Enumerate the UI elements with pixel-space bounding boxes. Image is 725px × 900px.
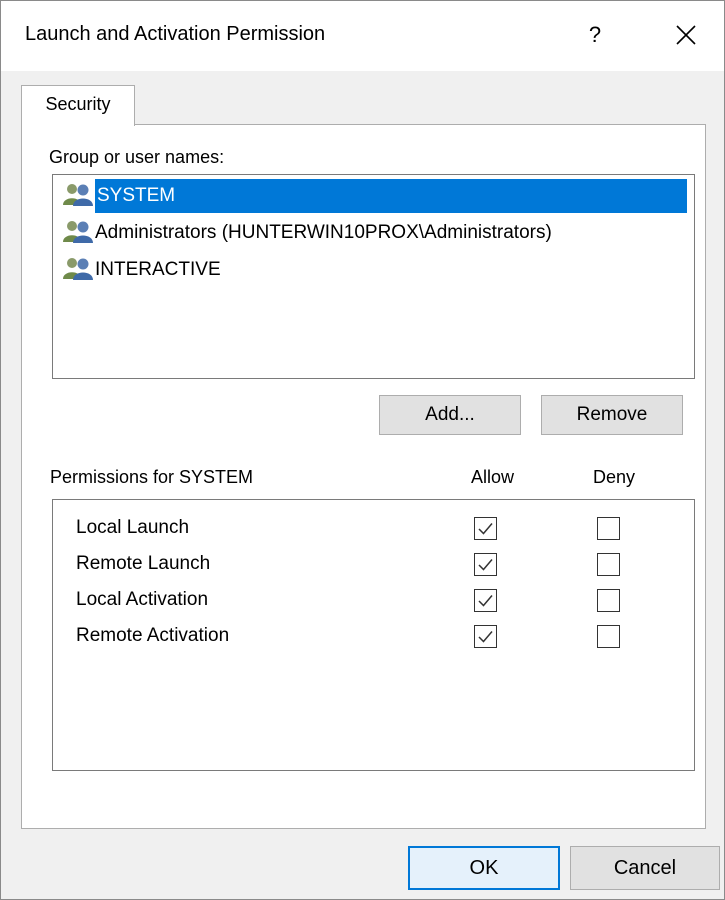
ok-button[interactable]: OK (408, 846, 560, 890)
cancel-button[interactable]: Cancel (570, 846, 720, 890)
permission-row: Remote Launch (53, 547, 694, 583)
list-item[interactable]: INTERACTIVE (61, 253, 691, 287)
add-button[interactable]: Add... (379, 395, 521, 435)
list-item[interactable]: SYSTEM (61, 179, 691, 213)
allow-checkbox[interactable] (474, 553, 497, 576)
list-item[interactable]: Administrators (HUNTERWIN10PROX\Administ… (61, 216, 691, 250)
deny-checkbox[interactable] (597, 517, 620, 540)
deny-checkbox[interactable] (597, 589, 620, 612)
dialog-title: Launch and Activation Permission (25, 23, 326, 45)
permission-row: Remote Activation (53, 619, 694, 655)
allow-checkbox[interactable] (474, 517, 497, 540)
user-group-icon (61, 255, 95, 281)
user-group-icon (61, 181, 95, 207)
allow-column-header: Allow (471, 467, 515, 487)
security-tab-panel: Group or user names: SYSTEM Administrator… (21, 124, 706, 829)
remove-button[interactable]: Remove (541, 395, 683, 435)
list-item-label: INTERACTIVE (95, 259, 221, 280)
group-user-listbox[interactable]: SYSTEM Administrators (HUNTERWIN10PROX\Ad… (52, 174, 695, 379)
permission-name: Remote Activation (76, 625, 230, 646)
permission-dialog: Launch and Activation Permission ? Secur… (0, 0, 725, 900)
deny-checkbox[interactable] (597, 553, 620, 576)
permission-row: Local Launch (53, 511, 694, 547)
deny-checkbox[interactable] (597, 625, 620, 648)
permission-name: Local Activation (76, 589, 209, 610)
allow-checkbox[interactable] (474, 589, 497, 612)
list-item-label: SYSTEM (95, 179, 687, 213)
close-icon (676, 25, 696, 45)
list-item-label: Administrators (HUNTERWIN10PROX\Administ… (95, 222, 552, 243)
tab-security[interactable]: Security (21, 85, 135, 126)
permission-name: Remote Launch (76, 553, 211, 574)
group-names-label: Group or user names: (49, 147, 225, 167)
user-group-icon (61, 218, 95, 244)
close-button[interactable] (661, 15, 711, 55)
allow-checkbox[interactable] (474, 625, 497, 648)
help-button[interactable]: ? (573, 15, 617, 55)
title-bar: Launch and Activation Permission ? (1, 1, 724, 71)
permission-row: Local Activation (53, 583, 694, 619)
deny-column-header: Deny (593, 467, 636, 487)
permissions-header: Permissions for SYSTEM (50, 467, 254, 487)
permission-name: Local Launch (76, 517, 190, 538)
permissions-list: Local Launch Remote Launch Local Activatio… (52, 499, 695, 771)
